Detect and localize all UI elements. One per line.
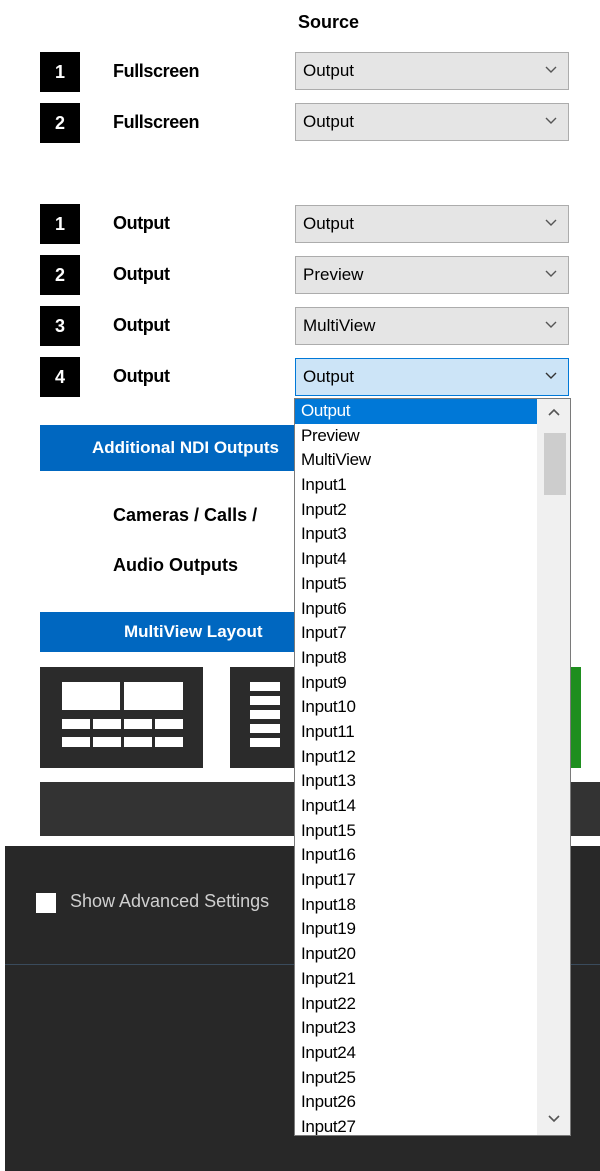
fullscreen-number-2: 2 — [40, 103, 80, 143]
dropdown-option[interactable]: Input10 — [295, 695, 537, 720]
dropdown-option[interactable]: Input22 — [295, 992, 537, 1017]
combo-value: Output — [303, 214, 355, 233]
fullscreen-source-select-2[interactable]: Output — [295, 103, 569, 141]
dropdown-option[interactable]: Input12 — [295, 745, 537, 770]
combo-value: Output — [303, 367, 355, 386]
dropdown-option[interactable]: Input16 — [295, 843, 537, 868]
output-source-select-4[interactable]: Output — [295, 358, 569, 396]
output-source-select-3[interactable]: MultiView — [295, 307, 569, 345]
ndi-output-settings: { "header": { "source": "Source" }, "ful… — [0, 0, 600, 1171]
dropdown-option[interactable]: Input23 — [295, 1016, 537, 1041]
output-source-select-2[interactable]: Preview — [295, 256, 569, 294]
dropdown-option[interactable]: Input18 — [295, 893, 537, 918]
dropdown-option[interactable]: Input1 — [295, 473, 537, 498]
source-column-header: Source — [298, 12, 360, 32]
audio-outputs-label: Audio Outputs — [113, 555, 238, 575]
output-label-4: Output — [113, 366, 170, 386]
fullscreen-source-select-1[interactable]: Output — [295, 52, 569, 90]
combo-value: Output — [303, 61, 355, 80]
dropdown-option[interactable]: MultiView — [295, 448, 537, 473]
output-label-3: Output — [113, 315, 170, 335]
dropdown-option[interactable]: Input7 — [295, 621, 537, 646]
chevron-down-icon — [545, 321, 557, 328]
chevron-down-icon — [545, 372, 557, 379]
dropdown-option[interactable]: Input26 — [295, 1090, 537, 1115]
dropdown-option[interactable]: Input2 — [295, 498, 537, 523]
dropdown-option[interactable]: Input21 — [295, 967, 537, 992]
show-advanced-settings-checkbox[interactable] — [36, 893, 56, 913]
multiview-layout-option-2[interactable] — [230, 667, 294, 768]
dropdown-option[interactable]: Input5 — [295, 572, 537, 597]
dropdown-option[interactable]: Input13 — [295, 769, 537, 794]
cameras-calls-label: Cameras / Calls / — [113, 505, 258, 525]
dropdown-option[interactable]: Input8 — [295, 646, 537, 671]
output-number-4: 4 — [40, 357, 80, 397]
multiview-layout-option-1[interactable] — [40, 667, 203, 768]
combo-value: MultiView — [303, 316, 376, 335]
section-title: Additional NDI Outputs — [92, 438, 279, 457]
dropdown-option[interactable]: Input17 — [295, 868, 537, 893]
dropdown-option[interactable]: Input27 — [295, 1115, 537, 1135]
section-title: MultiView Layout — [124, 622, 263, 641]
dropdown-option[interactable]: Input20 — [295, 942, 537, 967]
output-source-dropdown-list[interactable]: Output Preview MultiView Input1 Input2 Input3… — [294, 398, 571, 1136]
dropdown-items: Output Preview MultiView Input1 Input2 Input3… — [295, 399, 537, 1135]
dropdown-scrollbar[interactable] — [537, 399, 570, 1135]
dropdown-option[interactable]: Input24 — [295, 1041, 537, 1066]
dropdown-option[interactable]: Input4 — [295, 547, 537, 572]
dropdown-option[interactable]: Output — [295, 399, 537, 424]
dropdown-option[interactable]: Input25 — [295, 1066, 537, 1091]
dropdown-option[interactable]: Input15 — [295, 819, 537, 844]
dropdown-option[interactable]: Input19 — [295, 917, 537, 942]
output-label-2: Output — [113, 264, 170, 284]
scroll-up-arrow-icon[interactable] — [545, 404, 563, 422]
scroll-down-arrow-icon[interactable] — [545, 1109, 563, 1127]
output-source-select-1[interactable]: Output — [295, 205, 569, 243]
dropdown-option[interactable]: Input3 — [295, 522, 537, 547]
output-number-1: 1 — [40, 204, 80, 244]
output-number-2: 2 — [40, 255, 80, 295]
show-advanced-settings-label: Show Advanced Settings — [70, 891, 270, 911]
multiview-layout-selected-indicator — [571, 667, 581, 768]
chevron-down-icon — [545, 66, 557, 73]
fullscreen-number-1: 1 — [40, 52, 80, 92]
dropdown-option[interactable]: Input6 — [295, 597, 537, 622]
output-number-3: 3 — [40, 306, 80, 346]
output-label-1: Output — [113, 213, 170, 233]
dropdown-option[interactable]: Preview — [295, 424, 537, 449]
dropdown-option[interactable]: Input14 — [295, 794, 537, 819]
fullscreen-label-1: Fullscreen — [113, 61, 200, 81]
chevron-down-icon — [545, 270, 557, 277]
chevron-down-icon — [545, 219, 557, 226]
fullscreen-label-2: Fullscreen — [113, 112, 200, 132]
dropdown-option[interactable]: Input9 — [295, 671, 537, 696]
combo-value: Output — [303, 112, 355, 131]
dropdown-option[interactable]: Input11 — [295, 720, 537, 745]
combo-value: Preview — [303, 265, 364, 284]
chevron-down-icon — [545, 117, 557, 124]
scroll-thumb[interactable] — [544, 433, 566, 495]
